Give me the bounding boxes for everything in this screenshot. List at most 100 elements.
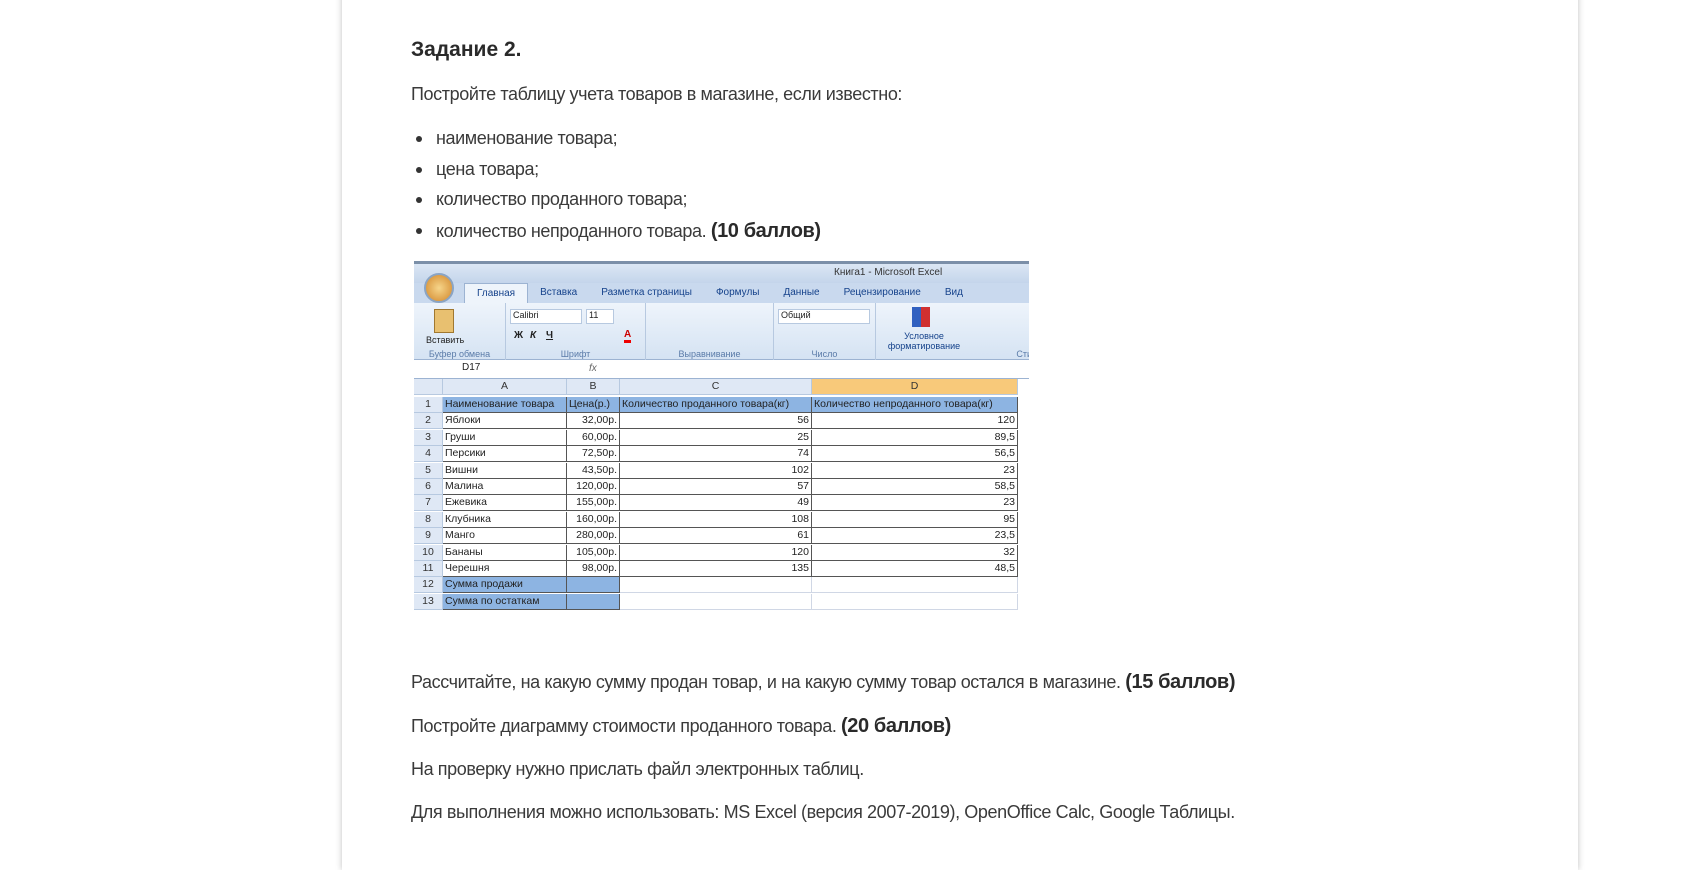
- table-cell[interactable]: 155,00р.: [567, 495, 620, 512]
- row-header[interactable]: 7: [414, 495, 443, 512]
- table-cell[interactable]: 56: [620, 413, 812, 430]
- conditional-format-button[interactable]: Условное форматирование: [884, 331, 964, 351]
- table-cell[interactable]: 98,00р.: [567, 561, 620, 577]
- conditional-format-icon: [912, 307, 930, 327]
- table-cell[interactable]: 61: [620, 528, 812, 545]
- table-cell[interactable]: 23: [812, 495, 1018, 512]
- table-cell[interactable]: [620, 593, 812, 610]
- font-color-icon[interactable]: A: [624, 329, 632, 343]
- row-header[interactable]: 6: [414, 479, 443, 495]
- styles-group: Условное форматирование Сти: [876, 303, 1029, 360]
- table-cell[interactable]: Клубника: [443, 511, 567, 528]
- table-cell[interactable]: 49: [620, 495, 812, 512]
- table-cell[interactable]: Яблоки: [443, 413, 567, 430]
- table-cell[interactable]: 120,00р.: [567, 479, 620, 495]
- table-cell[interactable]: [567, 577, 620, 594]
- tab-data[interactable]: Данные: [771, 283, 831, 303]
- tab-insert[interactable]: Вставка: [528, 283, 589, 303]
- list-item: количество проданного товара;: [415, 189, 688, 209]
- name-box[interactable]: D17: [418, 362, 536, 377]
- paragraph-text: Рассчитайте, на какую сумму продан товар…: [411, 672, 1121, 692]
- table-cell[interactable]: Цена(р.): [567, 397, 620, 413]
- row-header[interactable]: 8: [414, 511, 443, 528]
- table-cell[interactable]: Наименование товара: [443, 397, 567, 413]
- tab-page-layout[interactable]: Разметка страницы: [589, 283, 704, 303]
- table-cell[interactable]: Манго: [443, 528, 567, 545]
- table-cell[interactable]: Ежевика: [443, 495, 567, 512]
- table-cell[interactable]: 56,5: [812, 446, 1018, 463]
- table-cell[interactable]: Груши: [443, 429, 567, 446]
- row-header[interactable]: 5: [414, 462, 443, 479]
- table-cell[interactable]: 57: [620, 479, 812, 495]
- group-label: Число: [811, 349, 838, 359]
- table-cell[interactable]: 25: [620, 429, 812, 446]
- column-header[interactable]: A: [443, 379, 567, 395]
- table-cell[interactable]: 32,00р.: [567, 413, 620, 430]
- row-header[interactable]: 4: [414, 446, 443, 463]
- table-cell[interactable]: 72,50р.: [567, 446, 620, 463]
- table-cell[interactable]: Количество проданного товара(кг): [620, 397, 812, 413]
- column-header[interactable]: B: [567, 379, 620, 395]
- excel-titlebar: Книга1 - Microsoft Excel: [414, 261, 1029, 283]
- row-header[interactable]: 10: [414, 544, 443, 561]
- row-header[interactable]: 1: [414, 397, 443, 413]
- column-header[interactable]: C: [620, 379, 812, 395]
- alignment-group: Выравнивание: [646, 303, 774, 360]
- task-title: Задание 2.: [411, 38, 522, 61]
- row-header[interactable]: 11: [414, 561, 443, 577]
- bold-button[interactable]: Ж: [514, 330, 523, 341]
- font-select[interactable]: Calibri: [510, 309, 582, 324]
- spreadsheet-grid[interactable]: A B C D 1 Наименование товара Цена(р.) Количест…: [414, 379, 1029, 649]
- select-all-corner[interactable]: [414, 379, 443, 395]
- number-format-select[interactable]: Общий: [778, 309, 870, 324]
- table-cell[interactable]: [620, 577, 812, 594]
- table-cell[interactable]: 135: [620, 561, 812, 577]
- fx-icon[interactable]: fx: [589, 363, 597, 374]
- table-cell[interactable]: Малина: [443, 479, 567, 495]
- row-header[interactable]: 2: [414, 413, 443, 430]
- table-cell[interactable]: 120: [812, 413, 1018, 430]
- tab-review[interactable]: Рецензирование: [832, 283, 933, 303]
- table-cell[interactable]: 95: [812, 511, 1018, 528]
- table-cell[interactable]: Количество непроданного товара(кг): [812, 397, 1018, 413]
- list-item: цена товара;: [416, 159, 539, 179]
- table-cell[interactable]: Бананы: [443, 544, 567, 561]
- table-cell[interactable]: 280,00р.: [567, 528, 620, 545]
- paste-button[interactable]: Вставить: [426, 335, 464, 345]
- table-cell[interactable]: [812, 577, 1018, 594]
- table-cell[interactable]: 74: [620, 446, 812, 463]
- table-cell[interactable]: 89,5: [812, 429, 1018, 446]
- row-header[interactable]: 9: [414, 528, 443, 545]
- table-cell[interactable]: 120: [620, 544, 812, 561]
- underline-button[interactable]: Ч: [546, 330, 553, 341]
- table-cell[interactable]: 160,00р.: [567, 511, 620, 528]
- table-cell[interactable]: Сумма по остаткам: [443, 593, 567, 610]
- row-header[interactable]: 12: [414, 577, 443, 594]
- table-cell[interactable]: 48,5: [812, 561, 1018, 577]
- font-size-select[interactable]: 11: [586, 309, 614, 324]
- row-header[interactable]: 13: [414, 593, 443, 610]
- table-cell[interactable]: 23: [812, 462, 1018, 479]
- table-cell[interactable]: 32: [812, 544, 1018, 561]
- table-cell[interactable]: [567, 593, 620, 610]
- row-header[interactable]: 3: [414, 429, 443, 446]
- tab-view[interactable]: Вид: [933, 283, 975, 303]
- table-cell[interactable]: 60,00р.: [567, 429, 620, 446]
- table-cell[interactable]: [812, 593, 1018, 610]
- tab-formulas[interactable]: Формулы: [704, 283, 772, 303]
- table-cell[interactable]: 43,50р.: [567, 462, 620, 479]
- tab-home[interactable]: Главная: [464, 283, 529, 303]
- table-cell[interactable]: 23,5: [812, 528, 1018, 545]
- column-header[interactable]: D: [812, 379, 1018, 395]
- font-group: Calibri 11 Ж К Ч A Шрифт: [506, 303, 646, 360]
- table-cell[interactable]: 108: [620, 511, 812, 528]
- table-cell[interactable]: 105,00р.: [567, 544, 620, 561]
- table-cell[interactable]: Черешня: [443, 561, 567, 577]
- table-cell[interactable]: Вишни: [443, 462, 567, 479]
- list-item: количество непроданного товара. (10 балл…: [416, 220, 821, 243]
- table-cell[interactable]: Сумма продажи: [443, 577, 567, 594]
- table-cell[interactable]: Персики: [443, 446, 567, 463]
- table-cell[interactable]: 102: [620, 462, 812, 479]
- table-cell[interactable]: 58,5: [812, 479, 1018, 495]
- italic-button[interactable]: К: [530, 330, 536, 341]
